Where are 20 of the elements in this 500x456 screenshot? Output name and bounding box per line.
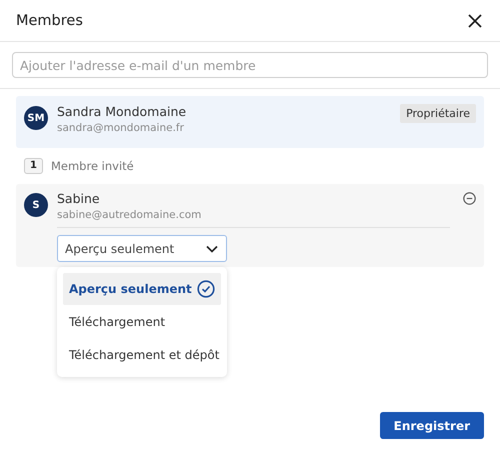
avatar-initials: SM <box>24 106 48 130</box>
chevron-icon <box>206 244 218 252</box>
menu-option[interactable]: Téléchargement et dépôt <box>63 339 221 371</box>
member-name: Sabine <box>57 191 101 206</box>
role-badge: Propriétaire <box>400 104 476 123</box>
dialog-title: Membres <box>16 12 83 28</box>
permission-select[interactable]: Aperçu seulement <box>57 235 227 262</box>
avatar-initials: S <box>24 193 48 217</box>
close-icon[interactable] <box>468 14 482 28</box>
invited-label: Membre invité <box>50 159 134 173</box>
email-input-field[interactable]: Ajouter l'adresse e-mail d'un membre <box>12 52 488 78</box>
member-email: sabine@autredomaine.com <box>57 209 202 221</box>
member-name: Sandra Mondomaine <box>57 104 188 119</box>
check-circle-icon <box>197 280 215 298</box>
member-email: sandra@mondomaine.fr <box>57 122 185 134</box>
remove-icon[interactable] <box>463 192 476 205</box>
menu-option[interactable]: Aperçu seulement <box>63 273 221 305</box>
menu-option[interactable]: Téléchargement <box>63 306 221 338</box>
count-badge: 1 <box>24 158 43 174</box>
save-button[interactable]: Enregistrer <box>380 412 484 439</box>
